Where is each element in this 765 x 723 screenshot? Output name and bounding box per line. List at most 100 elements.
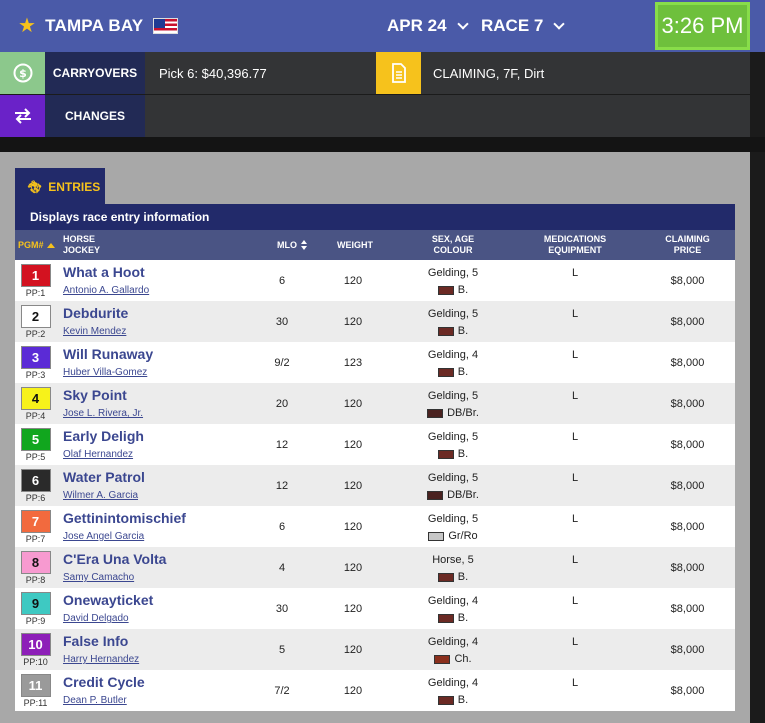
horse-name-link[interactable]: C'Era Una Volta [63, 551, 166, 567]
carryover-coin-icon[interactable]: $ [0, 52, 45, 94]
table-row[interactable]: 10 PP:10 False Info Harry Hernandez 5 120 Geld… [15, 629, 735, 670]
date-dropdown[interactable]: APR 24 [387, 14, 469, 38]
sex-age-colour: Gelding, 4 B. [393, 593, 513, 627]
colour: Gr/Ro [393, 528, 513, 545]
horse-name-link[interactable]: Gettinintomischief [63, 510, 186, 526]
horse-name-link[interactable]: Will Runaway [63, 346, 153, 362]
medications: L [571, 390, 579, 402]
saddle-cloth: 1 [20, 264, 51, 287]
horse-name-link[interactable]: Early Deligh [63, 428, 144, 444]
horse-name-link[interactable]: Sky Point [63, 387, 127, 403]
changes-label[interactable]: CHANGES [45, 95, 145, 137]
jockey-name-link[interactable]: Kevin Mendez [63, 326, 126, 337]
colour: B. [393, 610, 513, 627]
table-row[interactable]: 6 PP:6 Water Patrol Wilmer A. Garcia 12 120 Ge… [15, 465, 735, 506]
post-position: PP:10 [23, 657, 48, 667]
carryovers-row: $ CARRYOVERS Pick 6: $40,396.77 CLAIMING… [0, 52, 750, 94]
medications: L [571, 308, 579, 320]
horse-name-link[interactable]: Water Patrol [63, 469, 145, 485]
horse-name-link[interactable]: What a Hoot [63, 264, 145, 280]
table-row[interactable]: 9 PP:9 Onewayticket David Delgado 30 120 Geldi… [15, 588, 735, 629]
weight: 120 [343, 602, 363, 615]
colour: B. [393, 364, 513, 381]
sex-age: Gelding, 5 [427, 267, 479, 279]
colour-swatch [437, 695, 454, 705]
weight: 120 [343, 438, 363, 451]
jockey-name-link[interactable]: Huber Villa-Gomez [63, 367, 147, 378]
weight: 120 [343, 315, 363, 328]
sex-age: Gelding, 4 [427, 636, 479, 648]
horse-name-link[interactable]: Credit Cycle [63, 674, 145, 690]
top-header: ★ TAMPA BAY APR 24 RACE 7 3:26 PM [0, 0, 765, 52]
horse-name-link[interactable]: Debdurite [63, 305, 128, 321]
colour-swatch [427, 408, 444, 418]
table-row[interactable]: 3 PP:3 Will Runaway Huber Villa-Gomez 9/2 123… [15, 342, 735, 383]
jockey-name-link[interactable]: Wilmer A. Garcia [63, 490, 138, 501]
race-dropdown[interactable]: RACE 7 [481, 14, 566, 38]
claiming-price: $8,000 [670, 602, 705, 615]
table-header: PGM# HORSE JOCKEY MLO Weight SEX, AGE COLO… [15, 230, 735, 260]
jockey-name-link[interactable]: Harry Hernandez [63, 654, 139, 665]
sex-age-colour: Gelding, 5 Gr/Ro [393, 511, 513, 545]
sex-age-colour: Gelding, 5 B. [393, 265, 513, 299]
tab-entries[interactable]: 🏇︎ ENTRIES [15, 168, 105, 205]
program-number: 9 PP:9 [19, 592, 52, 626]
claiming-price: $8,000 [670, 315, 705, 328]
weight: 120 [343, 274, 363, 287]
carryovers-label[interactable]: CARRYOVERS [45, 52, 145, 94]
swap-arrows-icon[interactable] [0, 95, 45, 137]
program-number: 1 PP:1 [19, 264, 52, 298]
claiming-price: $8,000 [670, 397, 705, 410]
col-pgm-header[interactable]: PGM# [18, 230, 55, 260]
horse-racing-icon: 🏇︎ [27, 179, 43, 194]
weight: 120 [343, 520, 363, 533]
col-horse-header: HORSE JOCKEY [63, 234, 101, 255]
jockey-name-link[interactable]: David Delgado [63, 613, 129, 624]
saddle-cloth: 2 [20, 305, 51, 328]
saddle-cloth: 11 [20, 674, 51, 697]
table-row[interactable]: 7 PP:7 Gettinintomischief Jose Angel Garcia… [15, 506, 735, 547]
post-position: PP:6 [25, 493, 46, 503]
col-mlo-header[interactable]: MLO [277, 230, 307, 260]
table-row[interactable]: 11 PP:11 Credit Cycle Dean P. Butler 7/2 120 G… [15, 670, 735, 711]
table-row[interactable]: 2 PP:2 Debdurite Kevin Mendez 30 120 Gelding, … [15, 301, 735, 342]
saddle-cloth: 6 [20, 469, 51, 492]
table-row[interactable]: 4 PP:4 Sky Point Jose L. Rivera, Jr. 20 120 Ge… [15, 383, 735, 424]
table-row[interactable]: 8 PP:8 C'Era Una Volta Samy Camacho 4 120 Hors… [15, 547, 735, 588]
entries-description: Displays race entry information [15, 204, 735, 230]
horse-name-link[interactable]: Onewayticket [63, 592, 153, 608]
document-icon[interactable] [376, 52, 421, 94]
horse-name-link[interactable]: False Info [63, 633, 128, 649]
post-position: PP:8 [25, 575, 46, 585]
morning-line-odds: 12 [275, 438, 289, 451]
jockey-name-link[interactable]: Olaf Hernandez [63, 449, 133, 460]
svg-text:$: $ [19, 67, 27, 80]
jockey-name-link[interactable]: Antonio A. Gallardo [63, 285, 149, 296]
table-row[interactable]: 5 PP:5 Early Deligh Olaf Hernandez 12 120 Geld… [15, 424, 735, 465]
colour: DB/Br. [393, 487, 513, 504]
table-row[interactable]: 1 PP:1 What a Hoot Antonio A. Gallardo 6 120 G… [15, 260, 735, 301]
sex-age: Horse, 5 [432, 554, 474, 566]
claiming-price: $8,000 [670, 438, 705, 451]
medications: L [571, 636, 579, 648]
colour: B. [393, 692, 513, 709]
morning-line-odds: 4 [278, 561, 286, 574]
sex-age: Gelding, 5 [427, 390, 479, 402]
jockey-name-link[interactable]: Samy Camacho [63, 572, 134, 583]
morning-line-odds: 12 [275, 479, 289, 492]
chevron-down-icon [553, 17, 566, 30]
star-icon[interactable]: ★ [18, 16, 36, 36]
track-selector[interactable]: ★ TAMPA BAY [18, 14, 179, 38]
claiming-price: $8,000 [670, 561, 705, 574]
morning-line-odds: 30 [275, 315, 289, 328]
track-name: TAMPA BAY [45, 16, 144, 35]
jockey-name-link[interactable]: Jose Angel Garcia [63, 531, 144, 542]
jockey-name-link[interactable]: Jose L. Rivera, Jr. [63, 408, 143, 419]
weight: 120 [343, 561, 363, 574]
colour-swatch [437, 572, 454, 582]
jockey-name-link[interactable]: Dean P. Butler [63, 695, 127, 706]
medications: L [571, 267, 579, 279]
sort-icon [301, 239, 307, 251]
saddle-cloth: 8 [20, 551, 51, 574]
post-position: PP:5 [25, 452, 46, 462]
